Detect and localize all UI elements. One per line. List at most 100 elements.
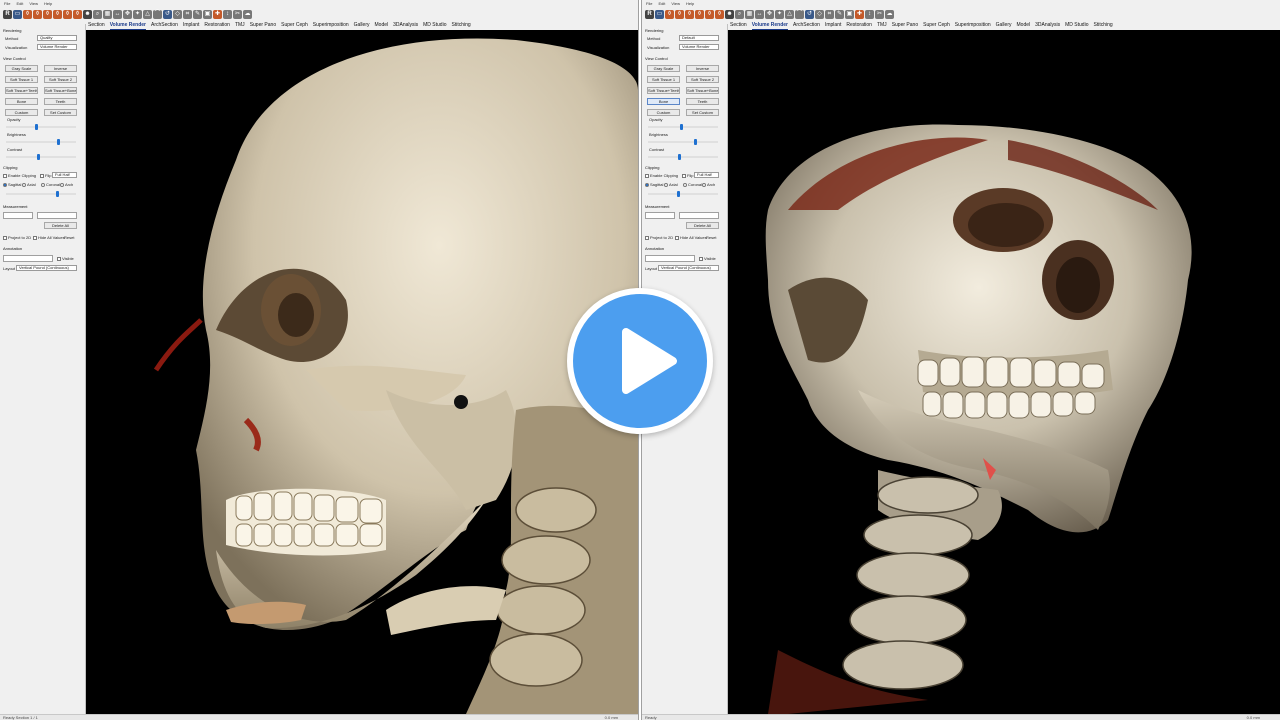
toolbar-tool-icon[interactable]: ▦ [745, 9, 754, 19]
slider-thumb[interactable] [680, 124, 684, 130]
tab-stitching[interactable]: Stitching [1093, 21, 1112, 30]
menu-file[interactable]: File [646, 0, 652, 7]
toolbar-tool-icon[interactable]: R [3, 9, 12, 19]
toolbar-tool-icon[interactable]: ✦ [775, 9, 784, 19]
project-2d-checkbox[interactable]: Project to 2D [3, 235, 31, 240]
reset-button[interactable]: Reset [64, 235, 74, 240]
layout-select[interactable]: Vertical Pound (Continuous) [16, 265, 77, 271]
toolbar-tool-icon[interactable]: △ [143, 9, 152, 19]
tab-super-pano[interactable]: Super Pano [892, 21, 918, 30]
toolbar-tool-icon[interactable]: ▣ [845, 9, 854, 19]
tab-section[interactable]: Section [730, 21, 747, 30]
annotation-field[interactable] [645, 255, 695, 262]
preset-button-soft-tissue-bone[interactable]: Soft Tissue+Bone [44, 87, 77, 94]
preset-button-inverse[interactable]: Inverse [686, 65, 719, 72]
preset-button-bone[interactable]: Bone [5, 98, 38, 105]
flip-checkbox[interactable]: Flip [40, 173, 51, 178]
preset-button-soft-tissue-teeth[interactable]: Soft Tissue+Teeth [647, 87, 680, 94]
toolbar-tool-icon[interactable]: ⚱ [33, 9, 42, 19]
toolbar-tool-icon[interactable]: ↺ [163, 9, 172, 19]
hide-values-checkbox[interactable]: Hide All Values [33, 235, 65, 240]
tab-implant[interactable]: Implant [825, 21, 841, 30]
tab-super-ceph[interactable]: Super Ceph [281, 21, 308, 30]
tab-tmj[interactable]: TMJ [877, 21, 887, 30]
slider-thumb[interactable] [35, 124, 39, 130]
toolbar-tool-icon[interactable]: R [645, 9, 654, 19]
toolbar-tool-icon[interactable]: ✎ [835, 9, 844, 19]
menu-file[interactable]: File [4, 0, 10, 7]
slider-thumb[interactable] [56, 191, 60, 197]
tab-volume-render[interactable]: Volume Render [109, 21, 146, 30]
slider-thumb[interactable] [57, 139, 60, 145]
toolbar-tool-icon[interactable]: ↔ [755, 9, 764, 19]
toolbar-tool-icon[interactable]: ⚱ [665, 9, 674, 19]
plane-radio-coronal[interactable]: Coronal [683, 182, 702, 187]
toolbar-tool-icon[interactable]: ▭ [655, 9, 664, 19]
toolbar-tool-icon[interactable]: ⚱ [43, 9, 52, 19]
preset-button-set-custom[interactable]: Set Custom [44, 109, 77, 116]
toolbar-tool-icon[interactable]: △ [785, 9, 794, 19]
tab-3danalysis[interactable]: 3DAnalysis [1035, 21, 1060, 30]
menu-view[interactable]: View [671, 0, 680, 7]
play-button[interactable] [567, 288, 713, 434]
radio-dot[interactable] [683, 183, 687, 187]
flip-checkbox[interactable]: Flip [682, 173, 693, 178]
checkbox-box[interactable] [645, 236, 649, 240]
clipping-position-slider[interactable] [648, 191, 718, 197]
toolbar-tool-icon[interactable]: ✥ [123, 9, 132, 19]
tab-implant[interactable]: Implant [183, 21, 199, 30]
plane-radio-axial[interactable]: Axial [22, 182, 36, 187]
toolbar-tool-icon[interactable]: ◇ [173, 9, 182, 19]
checkbox-box[interactable] [682, 174, 686, 178]
tab-restoration[interactable]: Restoration [846, 21, 872, 30]
toolbar-tool-icon[interactable]: ⌗ [825, 9, 834, 19]
preset-button-teeth[interactable]: Teeth [44, 98, 77, 105]
annotation-visible-checkbox[interactable]: Visible [699, 256, 716, 261]
toolbar-tool-icon[interactable]: ✎ [193, 9, 202, 19]
tab-super-ceph[interactable]: Super Ceph [923, 21, 950, 30]
toolbar-tool-icon[interactable]: ▭ [13, 9, 22, 19]
toolbar-tool-icon[interactable]: ▦ [103, 9, 112, 19]
clipping-mode-select[interactable]: Full Half [694, 172, 719, 178]
radio-dot[interactable] [41, 183, 45, 187]
slider-thumb[interactable] [678, 154, 681, 160]
checkbox-box[interactable] [645, 174, 649, 178]
toolbar-tool-icon[interactable]: ↕ [865, 9, 874, 19]
toolbar-tool-icon[interactable]: ↔ [113, 9, 122, 19]
tab-3danalysis[interactable]: 3DAnalysis [393, 21, 418, 30]
plane-radio-axial[interactable]: Axial [664, 182, 678, 187]
measurement-field-1[interactable] [645, 212, 675, 219]
method-select[interactable]: Quality [37, 35, 77, 41]
preset-button-set-custom[interactable]: Set Custom [686, 109, 719, 116]
slider-thumb[interactable] [676, 191, 680, 197]
toolbar-tool-icon[interactable]: ✚ [213, 9, 222, 19]
checkbox-box[interactable] [3, 174, 7, 178]
preset-button-inverse[interactable]: Inverse [44, 65, 77, 72]
checkbox-box[interactable] [699, 257, 703, 261]
annotation-visible-checkbox[interactable]: Visible [57, 256, 74, 261]
plane-radio-coronal[interactable]: Coronal [41, 182, 60, 187]
measurement-field-2[interactable] [679, 212, 719, 219]
preset-button-soft-tissue-bone[interactable]: Soft Tissue+Bone [686, 87, 719, 94]
toolbar-tool-icon[interactable]: ✥ [765, 9, 774, 19]
toolbar-tool-icon[interactable]: ⚱ [695, 9, 704, 19]
slider-contrast[interactable] [648, 154, 718, 160]
delete-all-button[interactable]: Delete All [686, 222, 719, 229]
radio-dot[interactable] [3, 183, 7, 187]
toolbar-tool-icon[interactable]: ◇ [815, 9, 824, 19]
preset-button-soft-tissue-1[interactable]: Soft Tissue 1 [647, 76, 680, 83]
toolbar-tool-icon[interactable]: ✂ [233, 9, 242, 19]
tab-stitching[interactable]: Stitching [451, 21, 470, 30]
slider-opacity[interactable] [648, 124, 718, 130]
tab-volume-render[interactable]: Volume Render [751, 21, 788, 30]
visualization-select[interactable]: Volume Render [37, 44, 77, 50]
menu-view[interactable]: View [29, 0, 38, 7]
tab-md-studio[interactable]: MD Studio [1065, 21, 1088, 30]
slider-contrast[interactable] [6, 154, 76, 160]
toolbar-tool-icon[interactable]: ☻ [725, 9, 734, 19]
checkbox-box[interactable] [57, 257, 61, 261]
enable-clipping-checkbox[interactable]: Enable Clipping [645, 173, 678, 178]
toolbar-tool-icon[interactable]: ↺ [805, 9, 814, 19]
tab-archsection[interactable]: ArchSection [793, 21, 820, 30]
slider-thumb[interactable] [36, 154, 40, 160]
